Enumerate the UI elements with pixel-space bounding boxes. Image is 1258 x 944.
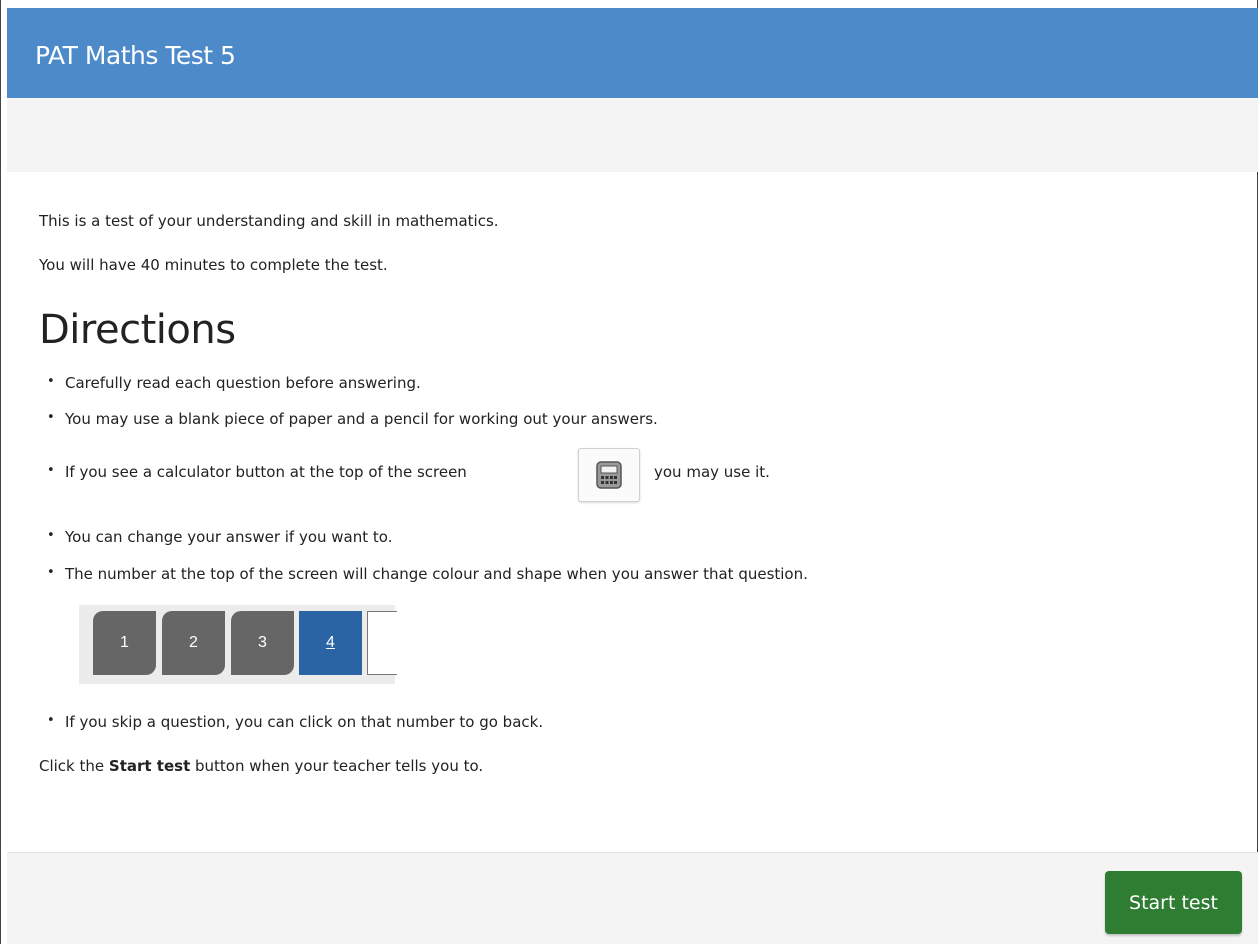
question-number-answered: 1: [93, 611, 156, 675]
page-title: PAT Maths Test 5: [35, 41, 236, 70]
start-test-button[interactable]: Start test: [1105, 871, 1242, 934]
question-number-next: [367, 611, 397, 675]
direction-item: You may use a blank piece of paper and a…: [47, 410, 658, 428]
start-test-emphasis: Start test: [108, 757, 191, 775]
question-number-answered: 3: [231, 611, 294, 675]
toolbar-area: [7, 98, 1258, 172]
direction-item: Carefully read each question before answ…: [47, 374, 421, 392]
footer-bar: [7, 852, 1258, 944]
direction-item: If you skip a question, you can click on…: [47, 713, 543, 731]
calculator-example-button: [578, 448, 640, 502]
directions-heading: Directions: [39, 307, 236, 353]
intro-text-1: This is a test of your understanding and…: [39, 212, 499, 230]
calculator-suffix-text: you may use it.: [654, 463, 770, 481]
direction-item: The number at the top of the screen will…: [47, 565, 808, 583]
closing-instruction: Click the Start test button when your te…: [39, 757, 484, 775]
question-number-answered: 2: [162, 611, 225, 675]
header-bar: PAT Maths Test 5: [7, 8, 1258, 98]
question-number-current: 4: [299, 611, 362, 675]
intro-text-2: You will have 40 minutes to complete the…: [39, 256, 388, 274]
direction-item-calculator: If you see a calculator button at the to…: [47, 463, 467, 481]
direction-item: You can change your answer if you want t…: [47, 528, 393, 546]
question-nav-example: 1 2 3 4: [79, 605, 397, 684]
calculator-icon: [596, 461, 622, 489]
